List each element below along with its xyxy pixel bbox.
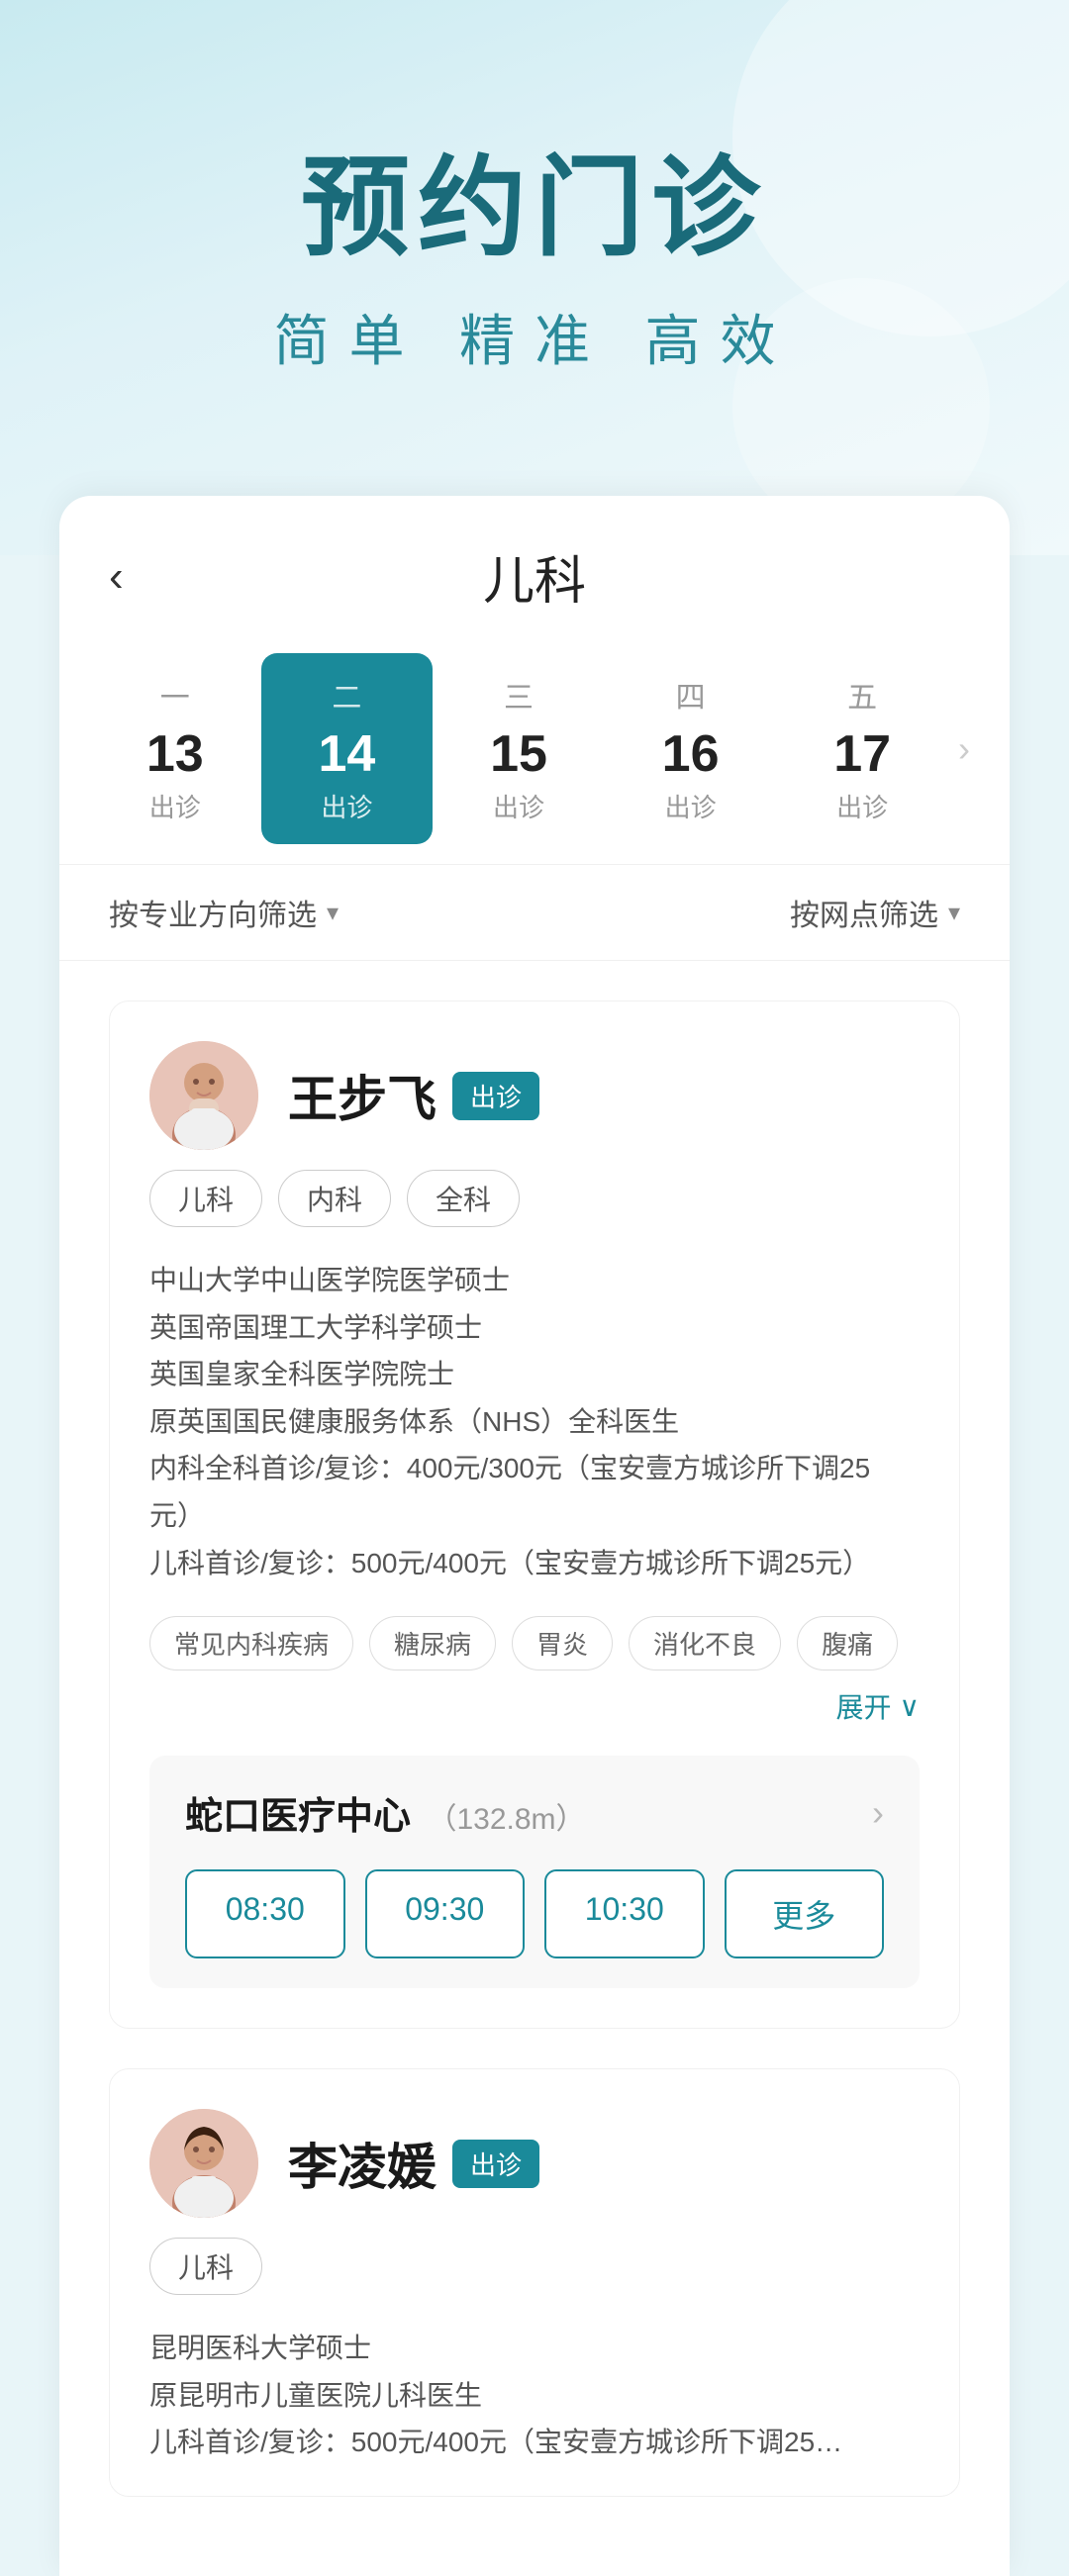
specialty-filter-label: 按专业方向筛选 (109, 891, 317, 934)
weekday-wed: 三 (504, 673, 534, 716)
specialty-filter[interactable]: 按专业方向筛选 ▾ (109, 891, 339, 934)
doctor-1-name: 王步飞 (288, 1060, 437, 1131)
weekday-tue: 二 (332, 673, 361, 716)
doctor-card-2: 李凌媛 出诊 儿科 昆明医科大学硕士 原昆明市儿童医院儿科医生 儿科首诊/复诊：… (109, 2068, 960, 2497)
expand-label: 展开 (835, 1686, 891, 1726)
time-slots: 08:30 09:30 10:30 更多 (185, 1869, 884, 1958)
doctor-1-status-badge: 出诊 (452, 1072, 539, 1120)
date-num-tue: 14 (318, 724, 375, 784)
date-item-wed[interactable]: 三 15 出诊 (433, 653, 605, 844)
date-num-thu: 16 (662, 724, 720, 784)
doctor-2-name-row: 李凌媛 出诊 (288, 2128, 539, 2199)
location-filter-label: 按网点筛选 (790, 891, 938, 934)
clinic-1-name: 蛇口医疗中心 (185, 1796, 411, 1838)
doctor-2-avatar-svg (149, 2109, 258, 2218)
card-header: ‹ 儿科 (59, 496, 1010, 643)
time-slot-1030[interactable]: 10:30 (544, 1869, 705, 1958)
location-filter-arrow: ▾ (948, 899, 960, 927)
date-status-thu: 出诊 (665, 788, 717, 824)
date-status-mon: 出诊 (149, 788, 201, 824)
specialty-indigestion: 消化不良 (629, 1616, 781, 1670)
doctor-2-status-badge: 出诊 (452, 2140, 539, 2188)
date-next-arrow[interactable]: › (948, 718, 980, 780)
date-item-mon[interactable]: 一 13 出诊 (89, 653, 261, 844)
date-status-wed: 出诊 (493, 788, 544, 824)
doctor-2-name: 李凌媛 (288, 2128, 437, 2199)
date-item-tue[interactable]: 二 14 出诊 (261, 653, 434, 844)
doctor-1-header: 王步飞 出诊 (110, 1002, 959, 1170)
doctor-1-specialty-tags: 常见内科疾病 糖尿病 胃炎 消化不良 腹痛 展开 ∨ (110, 1606, 959, 1746)
tag-general: 全科 (407, 1170, 520, 1227)
doctor-2-desc: 昆明医科大学硕士 原昆明市儿童医院儿科医生 儿科首诊/复诊：500元/400元（… (110, 2315, 959, 2496)
clinic-1-name-group: 蛇口医疗中心 （132.8m） (185, 1785, 586, 1840)
expand-chevron: ∨ (900, 1690, 921, 1723)
doctor-card-1: 王步飞 出诊 儿科 内科 全科 中山大学中山医学院医学硕士 英国帝国理工大学科学… (109, 1001, 960, 2029)
clinic-card-1: 蛇口医疗中心 （132.8m） › 08:30 09:30 10:30 更多 (149, 1756, 920, 1988)
hero-section: 预约门诊 简单 精准 高效 (0, 0, 1069, 555)
tag-internal: 内科 (278, 1170, 391, 1227)
date-num-wed: 15 (490, 724, 547, 784)
tag-pediatrics-2: 儿科 (149, 2238, 262, 2295)
doctor-1-info: 王步飞 出诊 (288, 1060, 539, 1131)
date-items: 一 13 出诊 二 14 出诊 三 15 出诊 四 16 出诊 五 17 (89, 653, 948, 844)
page-title: 儿科 (483, 539, 586, 614)
clinic-1-header[interactable]: 蛇口医疗中心 （132.8m） › (185, 1785, 884, 1840)
time-slot-more[interactable]: 更多 (725, 1869, 885, 1958)
clinic-1-distance: （132.8m） (427, 1803, 585, 1836)
doctor-2-avatar (149, 2109, 258, 2218)
doctor-1-tags: 儿科 内科 全科 (110, 1170, 959, 1247)
date-num-fri: 17 (833, 724, 891, 784)
date-status-tue: 出诊 (321, 788, 372, 824)
tag-pediatrics-1: 儿科 (149, 1170, 262, 1227)
hero-subtitle: 简单 精准 高效 (59, 297, 1010, 377)
doctor-2-header: 李凌媛 出诊 (110, 2069, 959, 2238)
main-card: ‹ 儿科 一 13 出诊 二 14 出诊 三 15 出诊 四 16 (59, 496, 1010, 2576)
doctor-1-desc: 中山大学中山医学院医学硕士 英国帝国理工大学科学硕士 英国皇家全科医学院院士 原… (110, 1247, 959, 1606)
doctor-1-avatar (149, 1041, 258, 1150)
hero-title: 预约门诊 (59, 119, 1010, 277)
specialty-diabetes: 糖尿病 (369, 1616, 496, 1670)
specialty-abdominal-pain: 腹痛 (797, 1616, 898, 1670)
doctor-1-avatar-svg (149, 1041, 258, 1150)
specialty-gastritis: 胃炎 (512, 1616, 613, 1670)
filter-row: 按专业方向筛选 ▾ 按网点筛选 ▾ (59, 865, 1010, 961)
date-item-fri[interactable]: 五 17 出诊 (776, 653, 948, 844)
specialty-common-internal: 常见内科疾病 (149, 1616, 353, 1670)
weekday-thu: 四 (676, 673, 706, 716)
weekday-fri: 五 (847, 673, 877, 716)
doctor-2-info: 李凌媛 出诊 (288, 2128, 539, 2199)
specialty-filter-arrow: ▾ (327, 899, 339, 927)
doctor-2-tags: 儿科 (110, 2238, 959, 2315)
date-item-thu[interactable]: 四 16 出诊 (605, 653, 777, 844)
date-selector: 一 13 出诊 二 14 出诊 三 15 出诊 四 16 出诊 五 17 (59, 643, 1010, 865)
date-status-fri: 出诊 (836, 788, 888, 824)
back-button[interactable]: ‹ (109, 552, 124, 602)
doctor-1-name-row: 王步飞 出诊 (288, 1060, 539, 1131)
clinic-1-arrow[interactable]: › (872, 1792, 884, 1834)
time-slot-0930[interactable]: 09:30 (365, 1869, 526, 1958)
expand-button[interactable]: 展开 ∨ (835, 1686, 920, 1726)
date-num-mon: 13 (146, 724, 204, 784)
location-filter[interactable]: 按网点筛选 ▾ (790, 891, 960, 934)
weekday-mon: 一 (160, 673, 190, 716)
time-slot-0830[interactable]: 08:30 (185, 1869, 345, 1958)
